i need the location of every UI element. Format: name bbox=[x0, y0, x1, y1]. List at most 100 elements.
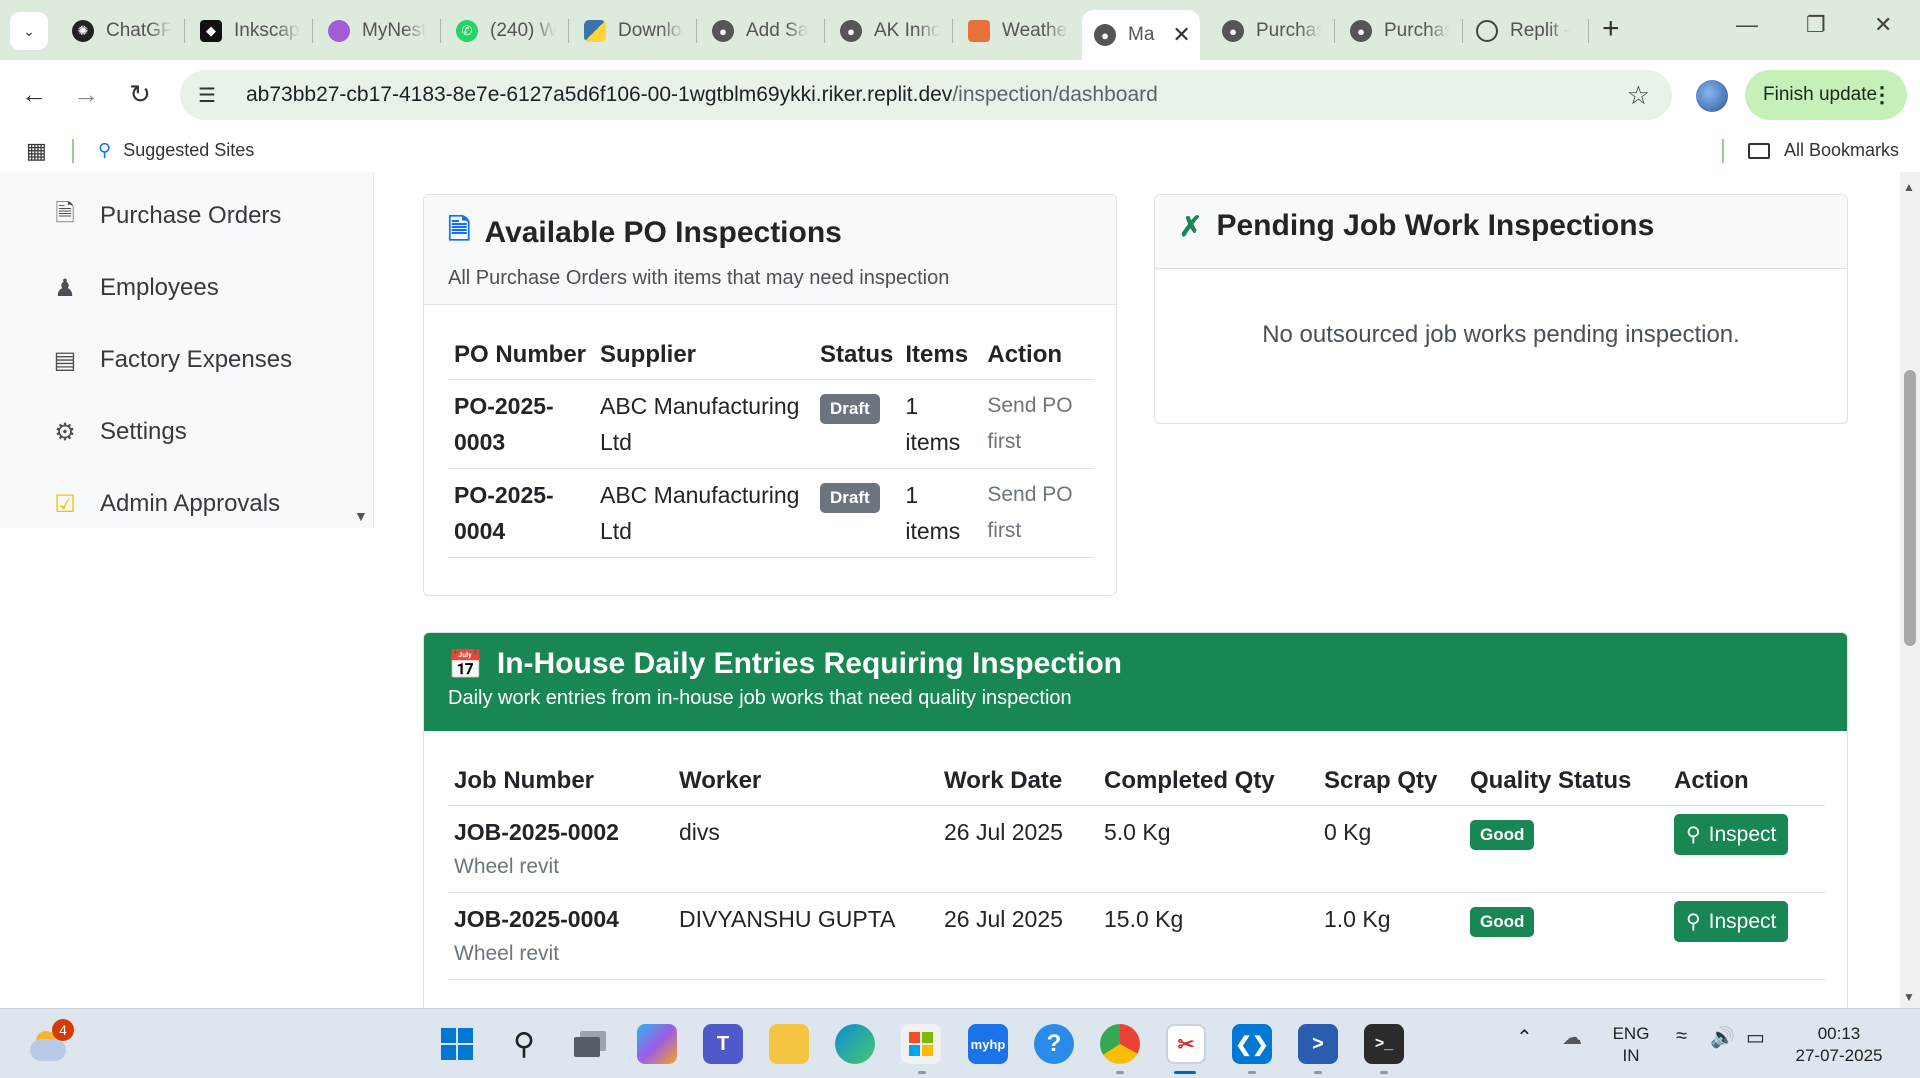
inspect-button[interactable]: ⚲ Inspect bbox=[1674, 901, 1789, 942]
scroll-up-icon[interactable]: ▲ bbox=[1903, 180, 1915, 194]
column-header: Work Date bbox=[938, 757, 1098, 806]
job-work-title: ✗ Pending Job Work Inspections bbox=[1179, 209, 1655, 242]
sidebar-item-purchase-orders[interactable]: 🗎 Purchase Orders bbox=[50, 196, 281, 236]
search-icon: ⚲ bbox=[1686, 911, 1701, 933]
column-header: PO Number bbox=[448, 331, 594, 380]
action-cell: ⚲ Inspect bbox=[1668, 805, 1825, 893]
new-tab-plus-icon[interactable]: + bbox=[1602, 12, 1620, 46]
help-icon[interactable]: ? bbox=[1034, 1024, 1074, 1064]
snipping-tool-icon[interactable]: ✂ bbox=[1166, 1024, 1206, 1064]
users-icon: ♟ bbox=[54, 274, 76, 302]
status-cell: Draft bbox=[814, 379, 900, 469]
reload-icon[interactable]: ↻ bbox=[120, 74, 160, 114]
inkscape-icon: ◆ bbox=[200, 20, 222, 42]
tab-weather[interactable]: Weather bbox=[968, 10, 1068, 52]
sidebar-item-factory-expenses[interactable]: ▤ Factory Expenses bbox=[50, 340, 292, 380]
sidebar-item-employees[interactable]: ♟ Employees bbox=[50, 268, 219, 308]
globe-icon: ● bbox=[1222, 20, 1244, 42]
language-indicator[interactable]: ENG IN bbox=[1608, 1023, 1654, 1067]
volume-icon[interactable]: 🔊 bbox=[1710, 1025, 1735, 1050]
tab-ak-inno[interactable]: ● AK Inno bbox=[840, 10, 940, 52]
page-content: 🗎 Purchase Orders ♟ Employees ▤ Factory … bbox=[0, 172, 1920, 1008]
bookmark-suggested-sites[interactable]: ⚲ Suggested Sites bbox=[98, 140, 254, 161]
running-indicator bbox=[1116, 1071, 1124, 1074]
site-info-icon[interactable]: ☰ bbox=[198, 83, 226, 108]
job-number: JOB-2025-0004 Wheel revit bbox=[448, 892, 673, 980]
sidebar-scroll-down-icon[interactable]: ▼ bbox=[354, 508, 368, 524]
finish-update-button[interactable]: Finish update ⋮ bbox=[1745, 70, 1907, 120]
minimize-icon[interactable]: — bbox=[1736, 12, 1758, 38]
scrap-qty-cell: 0 Kg bbox=[1318, 805, 1464, 893]
task-view-icon[interactable] bbox=[570, 1024, 610, 1064]
tab-purchase-2[interactable]: ● Purchase bbox=[1350, 10, 1450, 52]
tab-separator bbox=[1588, 19, 1589, 43]
wifi-icon[interactable]: ≈ bbox=[1676, 1025, 1687, 1048]
address-url[interactable]: ab73bb27-cb17-4183-8e7e-6127a5d6f106-00-… bbox=[246, 83, 1158, 107]
tab-chatgpt[interactable]: ✺ ChatGPT bbox=[72, 10, 172, 52]
restore-icon[interactable]: ❐ bbox=[1806, 12, 1826, 38]
bookmark-star-icon[interactable]: ☆ bbox=[1627, 80, 1650, 111]
status-badge: Draft bbox=[820, 394, 880, 424]
action-cell: Send PO first bbox=[981, 468, 1094, 558]
profile-avatar[interactable] bbox=[1696, 80, 1728, 112]
microsoft-store-icon[interactable] bbox=[901, 1024, 941, 1064]
onedrive-icon[interactable]: ☁ bbox=[1562, 1025, 1582, 1050]
job-work-header: ✗ Pending Job Work Inspections bbox=[1155, 195, 1847, 269]
teams-icon[interactable]: T bbox=[703, 1024, 743, 1064]
po-inspections-subtitle: All Purchase Orders with items that may … bbox=[448, 267, 950, 289]
clock[interactable]: 00:13 27-07-2025 bbox=[1784, 1023, 1894, 1067]
show-hidden-icons-chevron-icon[interactable]: ⌃ bbox=[1516, 1025, 1533, 1050]
daily-entries-card: 📅 In-House Daily Entries Requiring Inspe… bbox=[423, 632, 1848, 1008]
tab-add-sa[interactable]: ● Add Sa bbox=[712, 10, 812, 52]
whatsapp-icon: ✆ bbox=[456, 20, 478, 42]
close-tab-icon[interactable]: ✕ bbox=[1172, 22, 1190, 48]
windows-start-icon[interactable] bbox=[437, 1024, 477, 1064]
sidebar-item-admin-approvals[interactable]: ☑ Admin Approvals bbox=[50, 484, 280, 524]
vscode-icon[interactable]: ❮❯ bbox=[1232, 1024, 1272, 1064]
tab-purchase-1[interactable]: ● Purchase bbox=[1222, 10, 1322, 52]
tab-mynest[interactable]: MyNest bbox=[328, 10, 428, 52]
forward-arrow-icon[interactable]: → bbox=[66, 74, 106, 114]
search-icon[interactable]: ⚲ bbox=[504, 1024, 544, 1064]
file-explorer-icon[interactable] bbox=[769, 1024, 809, 1064]
browser-toolbar: ← → ↻ ☰ ab73bb27-cb17-4183-8e7e-6127a5d6… bbox=[0, 60, 1920, 128]
myhp-icon[interactable]: myhp bbox=[968, 1024, 1008, 1064]
column-header: Status bbox=[814, 331, 900, 380]
search-icon: ⚲ bbox=[98, 140, 112, 160]
tab-search-button[interactable]: ⌄ bbox=[10, 12, 48, 50]
chatgpt-icon: ✺ bbox=[72, 20, 94, 42]
copilot-icon[interactable] bbox=[637, 1024, 677, 1064]
tab-active-dashboard[interactable]: ● Ma ✕ bbox=[1082, 10, 1200, 60]
address-bar[interactable]: ☰ ab73bb27-cb17-4183-8e7e-6127a5d6f106-0… bbox=[180, 70, 1672, 120]
terminal-icon[interactable]: >_ bbox=[1364, 1024, 1404, 1064]
po-inspections-header: 🗎 Available PO Inspections All Purchase … bbox=[424, 195, 1116, 305]
back-arrow-icon[interactable]: ← bbox=[14, 74, 54, 114]
scrollbar-thumb[interactable] bbox=[1904, 370, 1916, 646]
table-row: PO-2025- 0004 ABC Manufacturing Ltd Draft … bbox=[448, 468, 1094, 558]
powershell-icon[interactable]: > bbox=[1298, 1024, 1338, 1064]
edge-icon[interactable] bbox=[835, 1024, 875, 1064]
daily-entries-header: 📅 In-House Daily Entries Requiring Inspe… bbox=[424, 633, 1847, 731]
scroll-down-icon[interactable]: ▼ bbox=[1903, 990, 1915, 1004]
tab-inkscape[interactable]: ◆ Inkscape bbox=[200, 10, 300, 52]
tools-icon: ✗ bbox=[1179, 210, 1203, 242]
sidebar-item-settings[interactable]: ⚙ Settings bbox=[50, 412, 186, 452]
chrome-icon[interactable] bbox=[1100, 1024, 1140, 1064]
document-icon: 🗎 bbox=[448, 214, 471, 245]
tab-whatsapp[interactable]: ✆ (240) WhatsApp bbox=[456, 10, 556, 52]
action-cell: ⚲ Inspect bbox=[1668, 892, 1825, 980]
calendar-icon: 📅 bbox=[448, 648, 483, 680]
apps-grid-icon[interactable]: ▦ bbox=[26, 138, 47, 164]
battery-icon[interactable]: ▭ bbox=[1746, 1025, 1765, 1050]
all-bookmarks-button[interactable]: All Bookmarks bbox=[1748, 140, 1899, 161]
weather-widget[interactable]: 4 bbox=[26, 1019, 74, 1065]
po-inspections-card: 🗎 Available PO Inspections All Purchase … bbox=[423, 194, 1117, 596]
browser-tab-bar: ⌄ ✺ ChatGPT ◆ Inkscape MyNest ✆ (240) Wh… bbox=[0, 0, 1920, 60]
gear-icon: ⚙ bbox=[54, 418, 76, 446]
tab-download[interactable]: Download bbox=[584, 10, 684, 52]
tab-replit[interactable]: Replit - bbox=[1476, 10, 1586, 52]
python-icon bbox=[584, 20, 606, 42]
bookmarks-bar: ▦ ⚲ Suggested Sites All Bookmarks bbox=[0, 128, 1920, 172]
inspect-button[interactable]: ⚲ Inspect bbox=[1674, 814, 1789, 855]
close-window-icon[interactable]: ✕ bbox=[1874, 12, 1892, 38]
